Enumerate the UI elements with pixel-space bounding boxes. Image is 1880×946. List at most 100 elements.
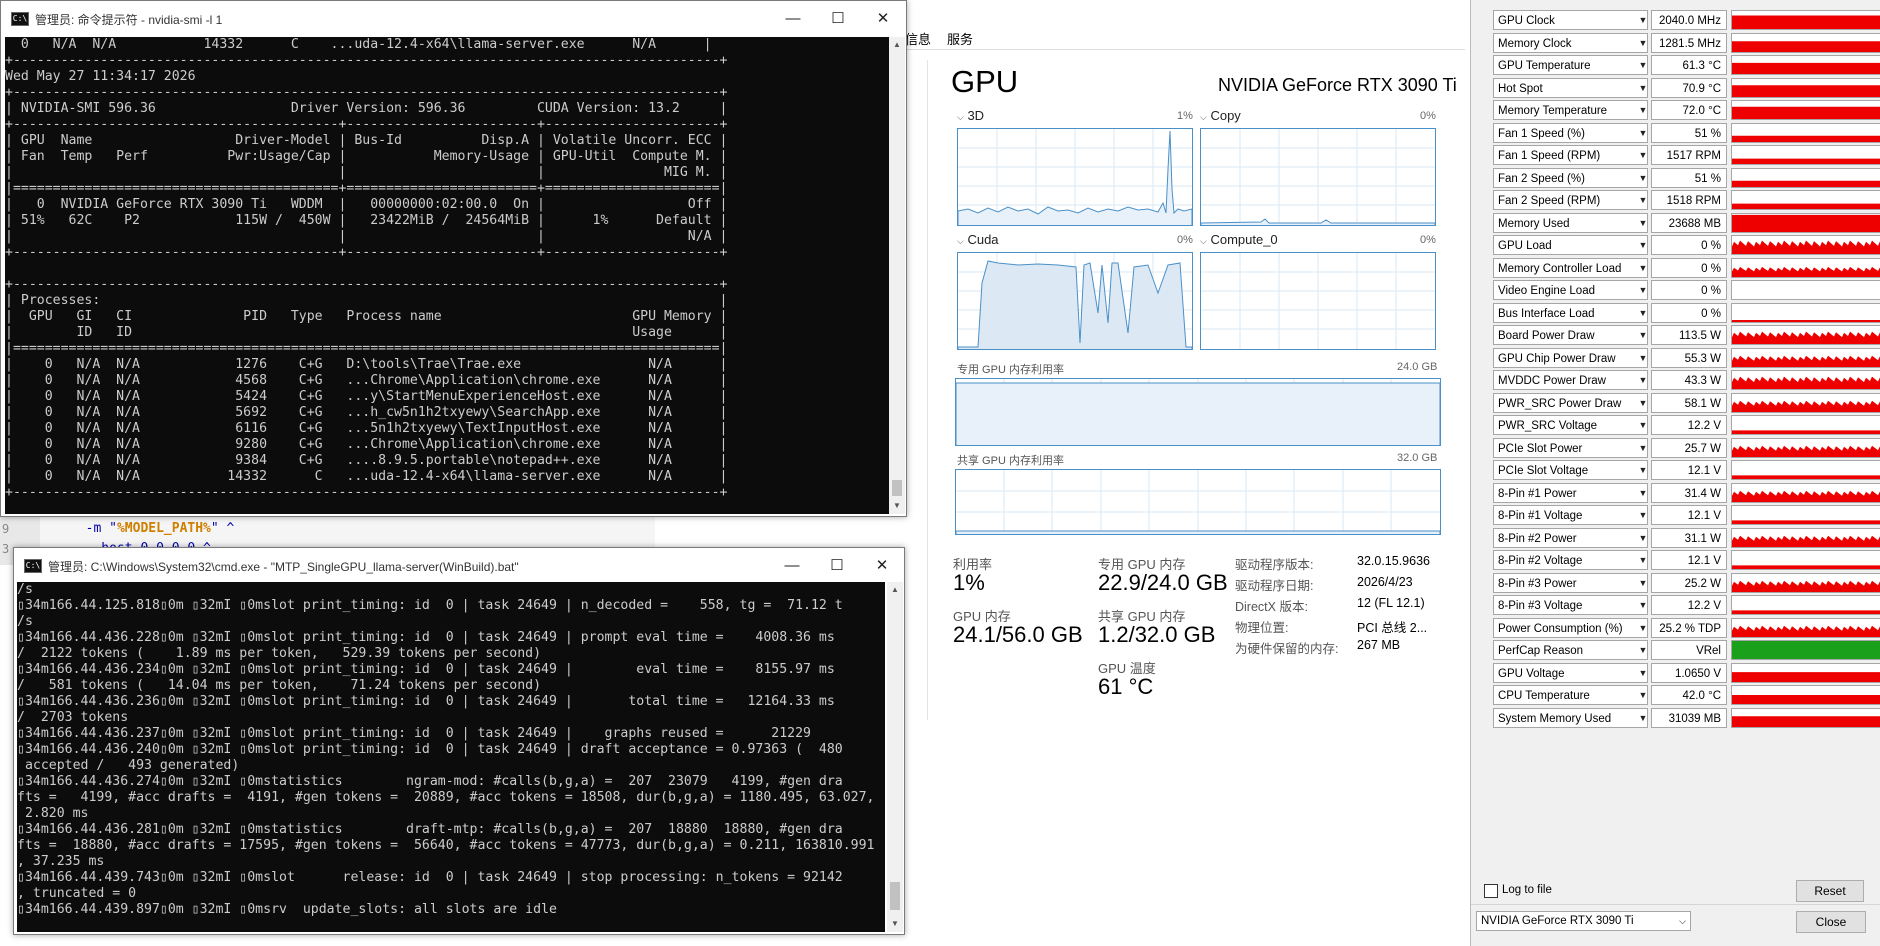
chevron-down-icon[interactable]: ▼ bbox=[1636, 484, 1650, 502]
driver-date-label: 驱动程序日期: bbox=[1235, 579, 1314, 593]
sensor-name[interactable]: 8-Pin #1 Voltage bbox=[1493, 505, 1648, 525]
minimize-button[interactable]: — bbox=[770, 552, 814, 580]
sensor-name[interactable]: Video Engine Load bbox=[1493, 280, 1648, 300]
chevron-down-icon[interactable]: ▼ bbox=[1636, 371, 1650, 389]
vertical-scrollbar[interactable]: ▲ ▼ bbox=[887, 582, 903, 932]
sensor-name[interactable]: Board Power Draw bbox=[1493, 325, 1648, 345]
chevron-down-icon[interactable]: ▼ bbox=[1636, 641, 1650, 659]
nvidia-smi-console[interactable]: 0 N/A N/A 14332 C ...uda-12.4-x64\llama-… bbox=[5, 37, 889, 514]
chevron-down-icon[interactable]: ▼ bbox=[1636, 439, 1650, 457]
tab-info[interactable]: 信息 bbox=[905, 29, 931, 48]
console-line: |=======================================… bbox=[5, 341, 728, 356]
tab-services[interactable]: 服务 bbox=[947, 29, 973, 48]
engine-3d-selector[interactable]: ⌵ 3D bbox=[957, 108, 984, 123]
sensor-name[interactable]: GPU Load bbox=[1493, 235, 1648, 255]
gpu-device-select[interactable]: NVIDIA GeForce RTX 3090 Ti ⌵ bbox=[1476, 911, 1691, 931]
engine-copy-selector[interactable]: ⌵ Copy bbox=[1200, 108, 1241, 123]
scroll-down-arrow[interactable]: ▼ bbox=[889, 498, 905, 514]
chevron-down-icon[interactable]: ▼ bbox=[1636, 529, 1650, 547]
sensor-name[interactable]: PerfCap Reason bbox=[1493, 640, 1648, 660]
sensor-name[interactable]: Hot Spot bbox=[1493, 77, 1648, 98]
sensor-name[interactable]: 8-Pin #2 Voltage bbox=[1493, 550, 1648, 570]
sensor-name[interactable]: 8-Pin #1 Power bbox=[1493, 482, 1648, 503]
chevron-down-icon[interactable]: ▼ bbox=[1636, 124, 1650, 142]
sensor-name[interactable]: 8-Pin #3 Voltage bbox=[1493, 595, 1648, 615]
sensor-name[interactable]: PCIe Slot Voltage bbox=[1493, 460, 1648, 480]
llama-server-console[interactable]: /s ▯34m166.44.125.818▯0m ▯32mI ▯0mslot pr… bbox=[17, 582, 885, 932]
chevron-down-icon[interactable]: ▼ bbox=[1636, 326, 1650, 344]
sensor-name[interactable]: Memory Temperature bbox=[1493, 100, 1648, 120]
chevron-down-icon[interactable]: ▼ bbox=[1636, 56, 1650, 74]
chevron-down-icon[interactable]: ▼ bbox=[1636, 11, 1650, 29]
minimize-button[interactable]: — bbox=[771, 5, 815, 33]
chevron-down-icon[interactable]: ▼ bbox=[1636, 461, 1650, 479]
sensor-name[interactable]: PCIe Slot Power bbox=[1493, 437, 1648, 458]
engine-cuda-selector[interactable]: ⌵ Cuda bbox=[957, 232, 999, 247]
chevron-down-icon[interactable]: ▼ bbox=[1636, 281, 1650, 299]
chevron-down-icon[interactable]: ▼ bbox=[1636, 191, 1650, 209]
sensor-name[interactable]: GPU Chip Power Draw bbox=[1493, 347, 1648, 368]
sensor-name[interactable]: Fan 2 Speed (%) bbox=[1493, 167, 1648, 188]
sensor-name[interactable]: GPU Voltage bbox=[1493, 662, 1648, 683]
chevron-down-icon[interactable]: ▼ bbox=[1636, 506, 1650, 524]
chevron-down-icon[interactable]: ▼ bbox=[1636, 349, 1650, 367]
sensor-name[interactable]: CPU Temperature bbox=[1493, 685, 1648, 705]
close-button[interactable]: ✕ bbox=[860, 552, 904, 580]
chevron-down-icon[interactable]: ▼ bbox=[1636, 214, 1650, 232]
chevron-down-icon[interactable]: ▼ bbox=[1636, 664, 1650, 682]
reset-button[interactable]: Reset bbox=[1796, 880, 1864, 902]
sensor-name[interactable]: Fan 2 Speed (RPM) bbox=[1493, 190, 1648, 210]
close-button[interactable]: ✕ bbox=[861, 5, 905, 33]
maximize-button[interactable]: ☐ bbox=[815, 552, 859, 580]
scroll-thumb[interactable] bbox=[892, 480, 902, 496]
chevron-down-icon[interactable]: ▼ bbox=[1636, 416, 1650, 434]
chevron-down-icon[interactable]: ▼ bbox=[1636, 574, 1650, 592]
sensor-name[interactable]: 8-Pin #3 Power bbox=[1493, 572, 1648, 593]
sensor-name[interactable]: MVDDC Power Draw bbox=[1493, 370, 1648, 390]
sensor-name[interactable]: Bus Interface Load bbox=[1493, 302, 1648, 323]
chevron-down-icon[interactable]: ▼ bbox=[1636, 709, 1650, 727]
chevron-down-icon[interactable]: ▼ bbox=[1636, 34, 1650, 52]
sensor-name[interactable]: Power Consumption (%) bbox=[1493, 617, 1648, 638]
chevron-down-icon[interactable]: ▼ bbox=[1636, 236, 1650, 254]
chevron-down-icon[interactable]: ▼ bbox=[1636, 686, 1650, 704]
sensor-graph bbox=[1731, 235, 1880, 255]
vertical-scrollbar[interactable]: ▲ ▼ bbox=[889, 37, 905, 514]
sensor-name[interactable]: GPU Temperature bbox=[1493, 55, 1648, 75]
scroll-thumb[interactable] bbox=[890, 882, 900, 910]
sensor-name[interactable]: PWR_SRC Voltage bbox=[1493, 415, 1648, 435]
sensor-name[interactable]: Fan 1 Speed (RPM) bbox=[1493, 145, 1648, 165]
sensor-value: 42.0 °C bbox=[1651, 685, 1727, 705]
chevron-down-icon[interactable]: ▼ bbox=[1636, 79, 1650, 97]
sensor-name[interactable]: Fan 1 Speed (%) bbox=[1493, 122, 1648, 143]
sensor-graph bbox=[1731, 55, 1880, 75]
sensor-name[interactable]: Memory Clock bbox=[1493, 32, 1648, 53]
chevron-down-icon[interactable]: ▼ bbox=[1636, 169, 1650, 187]
engine-compute0-selector[interactable]: ⌵ Compute_0 bbox=[1200, 232, 1278, 247]
sensor-name[interactable]: 8-Pin #2 Power bbox=[1493, 527, 1648, 548]
llama-server-titlebar[interactable]: C:\ 管理员: C:\Windows\System32\cmd.exe - "… bbox=[14, 548, 904, 584]
scroll-up-arrow[interactable]: ▲ bbox=[889, 37, 905, 53]
scroll-up-arrow[interactable]: ▲ bbox=[887, 582, 903, 598]
sensor-name[interactable]: PWR_SRC Power Draw bbox=[1493, 392, 1648, 413]
scroll-down-arrow[interactable]: ▼ bbox=[887, 916, 903, 932]
chevron-down-icon[interactable]: ▼ bbox=[1636, 551, 1650, 569]
sensor-name[interactable]: GPU Clock bbox=[1493, 10, 1648, 30]
chevron-down-icon[interactable]: ▼ bbox=[1636, 259, 1650, 277]
chevron-down-icon[interactable]: ▼ bbox=[1636, 304, 1650, 322]
chevron-down-icon[interactable]: ▼ bbox=[1636, 394, 1650, 412]
sensor-graph bbox=[1731, 392, 1880, 413]
chevron-down-icon[interactable]: ▼ bbox=[1636, 596, 1650, 614]
close-button[interactable]: Close bbox=[1796, 911, 1866, 933]
chevron-down-icon[interactable]: ▼ bbox=[1636, 101, 1650, 119]
sensor-row: Memory Clock ▼ 1281.5 MHz bbox=[1481, 31, 1880, 55]
sensor-name[interactable]: System Memory Used bbox=[1493, 707, 1648, 728]
chevron-down-icon[interactable]: ▼ bbox=[1636, 146, 1650, 164]
sensor-name[interactable]: Memory Used bbox=[1493, 212, 1648, 233]
console-line: ▯34m166.44.436.236▯0m ▯32mI ▯0mslot prin… bbox=[17, 694, 835, 709]
sensor-name[interactable]: Memory Controller Load bbox=[1493, 257, 1648, 278]
chevron-down-icon[interactable]: ▼ bbox=[1636, 619, 1650, 637]
nvidia-smi-titlebar[interactable]: C:\ 管理员: 命令提示符 - nvidia-smi -l 1 — ☐ ✕ bbox=[1, 1, 906, 37]
maximize-button[interactable]: ☐ bbox=[816, 5, 860, 33]
log-to-file-checkbox[interactable] bbox=[1484, 884, 1498, 898]
